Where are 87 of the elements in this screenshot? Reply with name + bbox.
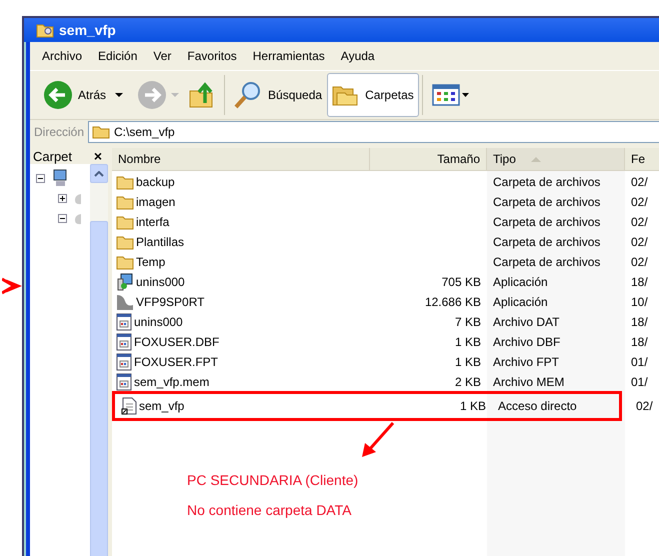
collapse-icon[interactable] xyxy=(58,214,67,222)
folder-icon xyxy=(116,174,134,190)
folder-icon xyxy=(116,234,134,250)
menu-item[interactable]: Ayuda xyxy=(332,47,383,65)
table-cell: 18/ xyxy=(631,315,648,329)
file-name[interactable]: interfa xyxy=(136,215,170,229)
table-cell: 1 KB xyxy=(454,355,481,369)
folder-icon xyxy=(116,214,134,230)
table-cell: 18/ xyxy=(631,275,648,289)
installer-icon xyxy=(116,273,134,291)
table-cell: Archivo FPT xyxy=(493,355,560,369)
column-header[interactable]: Fe xyxy=(625,148,659,170)
address-label: Dirección xyxy=(33,125,86,139)
file-name[interactable]: Temp xyxy=(136,255,166,269)
table-cell: Aplicación xyxy=(493,295,548,309)
table-cell: 1 KB xyxy=(454,335,481,349)
file-name[interactable]: unins000 xyxy=(134,315,183,329)
search-button[interactable]: Búsqueda xyxy=(228,73,328,117)
table-cell: 705 KB xyxy=(442,275,481,289)
file-name[interactable]: Plantillas xyxy=(136,235,184,249)
back-button[interactable]: Atrás xyxy=(38,73,112,117)
sort-arrow-icon xyxy=(530,156,542,162)
file-name[interactable]: backup xyxy=(136,175,175,189)
file-name[interactable]: unins000 xyxy=(136,275,185,289)
shortcut-icon xyxy=(121,397,137,415)
folder-icon xyxy=(92,125,110,139)
menu-item[interactable]: Favoritos xyxy=(179,47,245,65)
pane-title: Carpet xyxy=(33,148,72,164)
menu-item[interactable]: Herramientas xyxy=(244,47,333,65)
table-cell: 18/ xyxy=(631,335,648,349)
table-cell: Carpeta de archivos xyxy=(493,235,600,249)
folder-icon xyxy=(36,22,54,38)
computer-icon xyxy=(53,169,69,187)
annotation-text: PC SECUNDARIA (Cliente) xyxy=(187,472,358,488)
annotation-arrow xyxy=(359,422,395,458)
file-name[interactable]: VFP9SP0RT xyxy=(136,295,204,309)
menu-item[interactable]: Archivo xyxy=(34,47,90,65)
up-folder-icon[interactable] xyxy=(189,81,216,109)
app-icon xyxy=(116,293,134,311)
table-cell: 10/ xyxy=(631,295,648,309)
menu-item[interactable]: Ver xyxy=(145,47,180,65)
folders-button[interactable]: Carpetas xyxy=(327,73,419,117)
table-cell: Archivo MEM xyxy=(493,375,564,389)
annotation-arrow xyxy=(2,275,22,297)
table-cell: 02/ xyxy=(631,215,648,229)
file-name[interactable]: FOXUSER.FPT xyxy=(134,355,218,369)
file-name[interactable]: imagen xyxy=(136,195,176,209)
annotation-text: No contiene carpeta DATA xyxy=(187,502,352,518)
expand-icon[interactable] xyxy=(58,194,67,202)
table-cell: 02/ xyxy=(631,235,648,249)
table-cell: 1 KB xyxy=(460,399,486,413)
window-title: sem_vfp xyxy=(59,22,116,38)
close-button[interactable]: × xyxy=(94,148,102,164)
file-icon xyxy=(116,313,132,331)
table-cell: 02/ xyxy=(631,195,648,209)
collapse-icon[interactable] xyxy=(36,174,45,182)
table-cell: Carpeta de archivos xyxy=(493,195,600,209)
address-field[interactable]: C:\sem_vfp xyxy=(88,121,659,143)
folder-icon xyxy=(116,254,134,270)
table-cell: 12.686 KB xyxy=(424,295,481,309)
table-cell: 7 KB xyxy=(454,315,481,329)
table-cell: Carpeta de archivos xyxy=(493,215,600,229)
file-name[interactable]: FOXUSER.DBF xyxy=(134,335,220,349)
table-cell: Acceso directo xyxy=(498,399,577,413)
table-cell: 02/ xyxy=(631,255,648,269)
table-cell: 02/ xyxy=(636,399,653,413)
table-cell: Carpeta de archivos xyxy=(493,175,600,189)
caret-icon[interactable] xyxy=(115,92,124,98)
table-cell: Archivo DAT xyxy=(493,315,560,329)
file-name[interactable]: sem_vfp.mem xyxy=(134,375,210,389)
views-icon[interactable] xyxy=(432,83,470,107)
table-cell: 01/ xyxy=(631,355,648,369)
table-cell: Archivo DBF xyxy=(493,335,560,349)
file-name[interactable]: sem_vfp xyxy=(139,399,184,413)
file-icon xyxy=(116,353,132,371)
table-cell: 2 KB xyxy=(454,375,481,389)
table-cell: 02/ xyxy=(631,175,648,189)
table-cell: 01/ xyxy=(631,375,648,389)
column-header[interactable]: Nombre xyxy=(112,148,370,170)
file-icon xyxy=(116,333,132,351)
menu-item[interactable]: Edición xyxy=(90,47,146,65)
file-icon xyxy=(116,373,132,391)
table-cell: Aplicación xyxy=(493,275,548,289)
column-header[interactable]: Tipo xyxy=(487,148,625,170)
scroll-up-button[interactable] xyxy=(90,164,108,183)
folder-icon xyxy=(116,194,134,210)
table-cell: Carpeta de archivos xyxy=(493,255,600,269)
